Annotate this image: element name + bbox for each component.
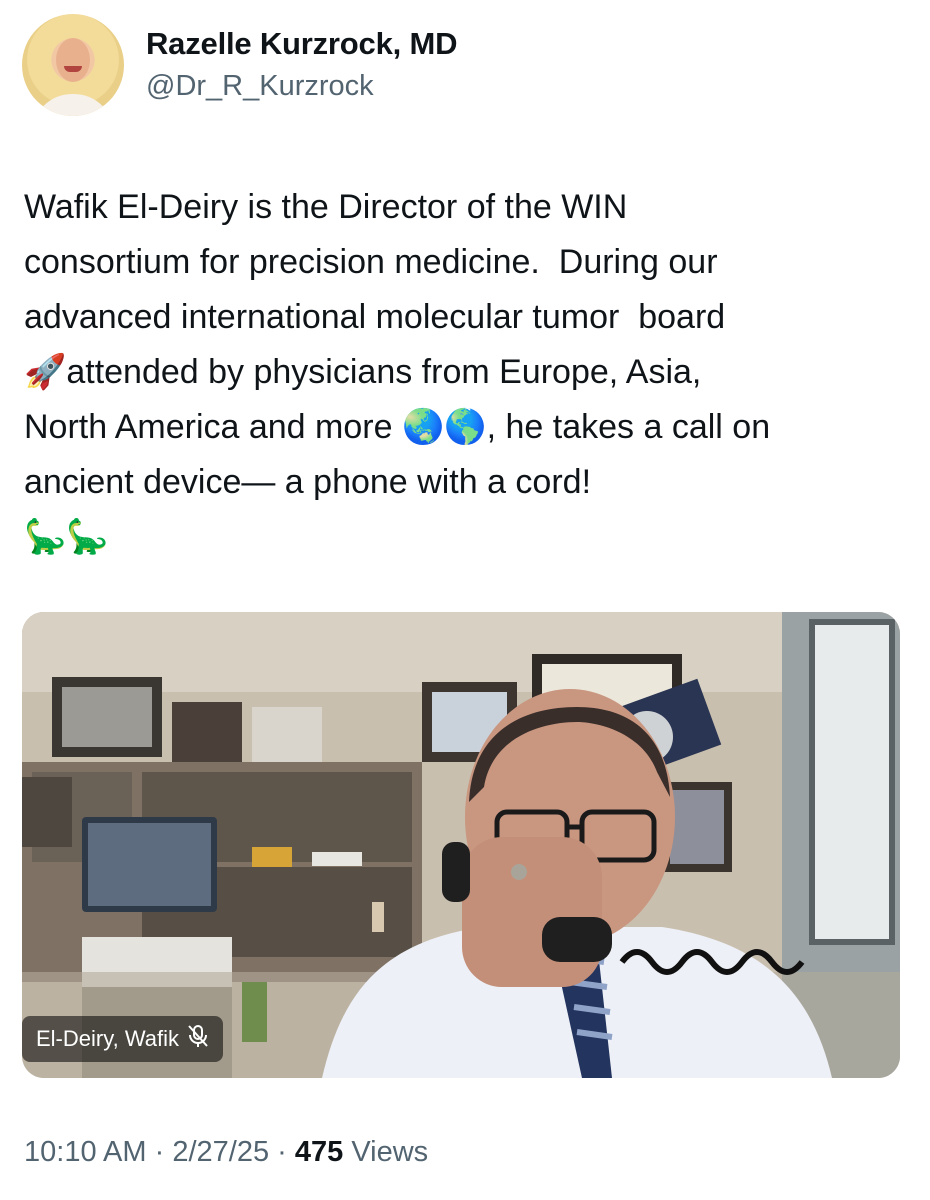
tweet-date[interactable]: 2/27/25 xyxy=(172,1136,269,1168)
separator-dot: · xyxy=(154,1136,165,1168)
tweet-metadata: 10:10 AM · 2/27/25 · 475 Views xyxy=(24,1136,428,1169)
tweet-line-5b: , he takes a call on xyxy=(486,408,771,446)
participant-name-badge: El-Deiry, Wafik xyxy=(22,1016,223,1062)
tweet-line-6: ancient device— a phone with a cord! xyxy=(24,463,592,501)
mic-off-icon xyxy=(187,1024,209,1054)
views-label[interactable]: Views xyxy=(351,1136,428,1168)
views-count[interactable]: 475 xyxy=(295,1136,343,1168)
tweet-line-3: advanced international molecular tumor b… xyxy=(24,298,726,336)
tweet-text: Wafik El-Deiry is the Director of the WI… xyxy=(24,180,912,565)
video-call-scene xyxy=(22,612,900,1078)
tweet-line-4: attended by physicians from Europe, Asia… xyxy=(66,353,702,391)
tweet-time[interactable]: 10:10 AM xyxy=(24,1136,147,1168)
tweet-line-1: Wafik El-Deiry is the Director of the WI… xyxy=(24,188,628,226)
author-handle[interactable]: @Dr_R_Kurzrock xyxy=(146,70,374,103)
rocket-emoji: 🚀 xyxy=(24,352,67,392)
avatar-shoulders xyxy=(32,94,114,116)
tweet-line-5a: North America and more xyxy=(24,408,393,446)
tweet-line-2: consortium for precision medicine. Durin… xyxy=(24,243,718,281)
separator-dot-2: · xyxy=(277,1136,287,1168)
tweet-media-photo[interactable] xyxy=(22,612,900,1078)
author-display-name[interactable]: Razelle Kurzrock, MD xyxy=(146,26,457,62)
participant-name-label: El-Deiry, Wafik xyxy=(36,1026,179,1051)
avatar-face xyxy=(56,38,90,82)
globe-emoji: 🌏🌎 xyxy=(401,407,487,447)
dinosaur-emoji: 🦕🦕 xyxy=(24,517,109,557)
author-avatar[interactable] xyxy=(22,14,124,116)
